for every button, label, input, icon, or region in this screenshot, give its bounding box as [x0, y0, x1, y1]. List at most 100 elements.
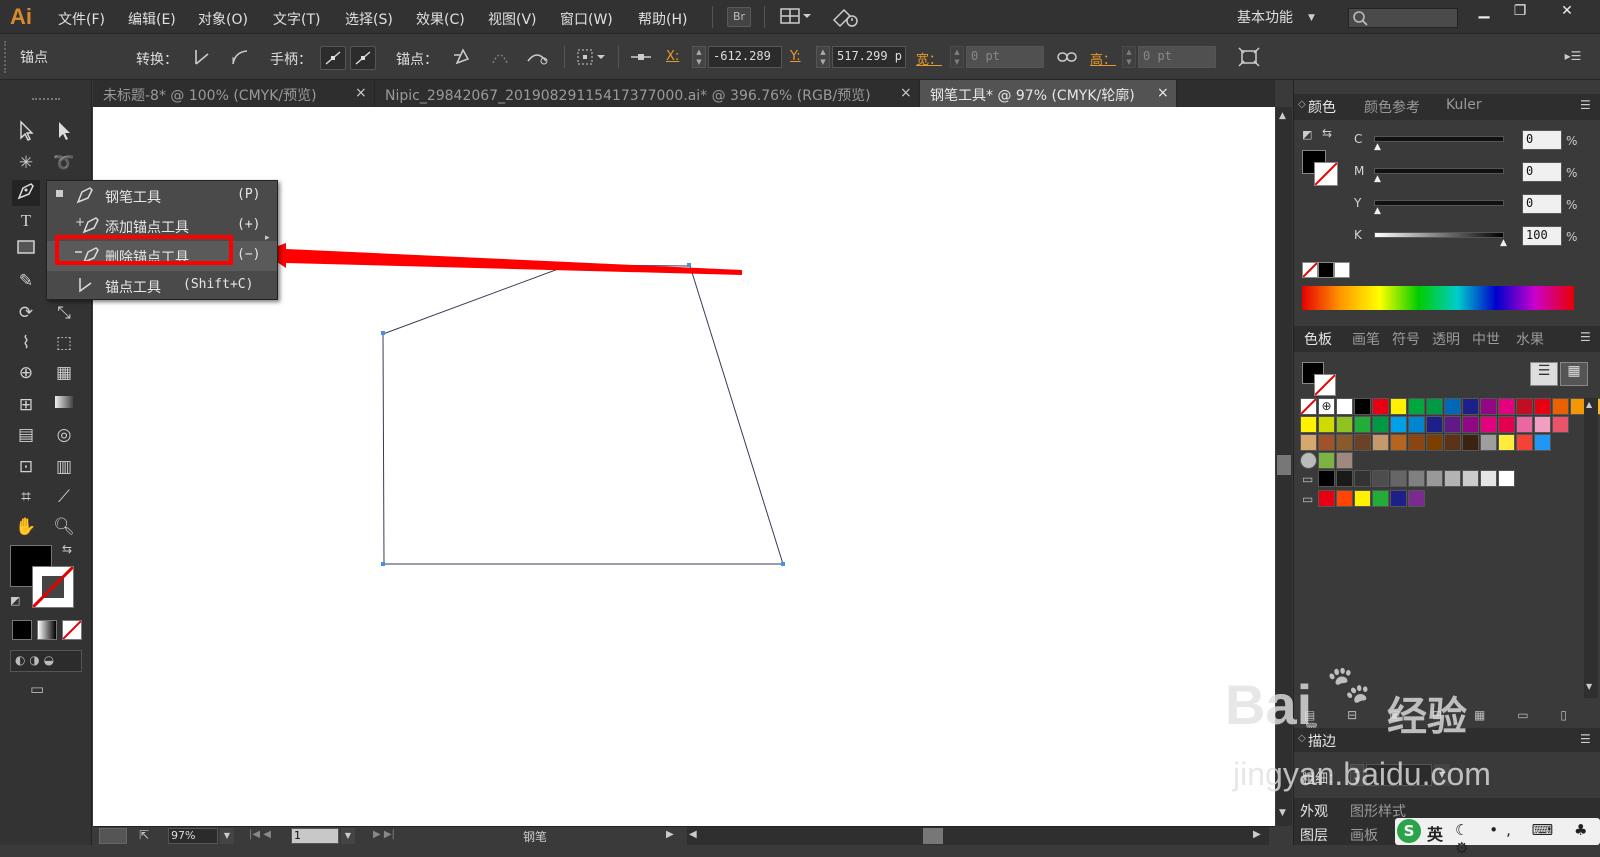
artboard-number-field[interactable]: 1: [291, 828, 339, 844]
height-stepper[interactable]: ▲ ▼: [1122, 46, 1136, 68]
convert-corner-icon[interactable]: [190, 47, 214, 69]
swatch[interactable]: [1390, 470, 1407, 487]
swatch[interactable]: [1336, 416, 1353, 433]
scroll-thumb[interactable]: [1277, 455, 1291, 475]
direct-selection-tool-icon[interactable]: [50, 120, 78, 146]
swatch[interactable]: [1462, 434, 1479, 451]
pattern-swatch[interactable]: [1300, 452, 1317, 469]
tab-transparency[interactable]: 透明: [1432, 329, 1460, 349]
swatch-stroke-indicator[interactable]: [1314, 374, 1336, 396]
tab-swatches[interactable]: 色板: [1304, 329, 1332, 349]
menu-select[interactable]: 选择(S): [345, 9, 393, 29]
collapse-icon[interactable]: ◇: [1298, 99, 1306, 110]
tab-brushes[interactable]: 画笔: [1352, 329, 1380, 349]
gradient-tool-icon[interactable]: [50, 392, 78, 418]
swatch[interactable]: [1300, 434, 1317, 451]
tab-color[interactable]: 颜色: [1308, 97, 1336, 117]
swatch[interactable]: [1534, 434, 1551, 451]
tab-document-2[interactable]: Nipic_29842067_20190829115417377000.ai* …: [375, 80, 920, 107]
selection-tool-icon[interactable]: [12, 120, 40, 146]
last-artboard-icon[interactable]: ▶ ▶|: [373, 829, 395, 840]
swatch[interactable]: [1354, 416, 1371, 433]
perspective-grid-tool-icon[interactable]: ▦: [50, 360, 78, 386]
panel-menu-icon[interactable]: ☰: [1580, 98, 1591, 112]
swatch[interactable]: [1426, 434, 1443, 451]
swatch[interactable]: [1534, 416, 1551, 433]
width-tool-icon[interactable]: ⌇: [12, 330, 40, 356]
artboard-nav-icon[interactable]: [99, 828, 127, 844]
cut-path-icon[interactable]: [524, 47, 550, 69]
scroll-right-icon[interactable]: ▶: [1253, 829, 1261, 840]
paintbrush-tool-icon[interactable]: ✎: [12, 268, 40, 294]
color-spectrum[interactable]: [1302, 286, 1574, 310]
swatch[interactable]: [1300, 416, 1317, 433]
tab-document-1[interactable]: 未标题-8* @ 100% (CMYK/预览): [93, 80, 375, 107]
black-swatch[interactable]: [1318, 262, 1334, 278]
tab-swatch-lib-2[interactable]: 水果: [1516, 329, 1544, 349]
swatch[interactable]: [1498, 434, 1515, 451]
swatch[interactable]: [1426, 398, 1443, 415]
remove-anchor-icon[interactable]: [450, 47, 474, 69]
swatch[interactable]: [1426, 470, 1443, 487]
swap-colors-icon[interactable]: ⇆: [62, 542, 72, 556]
swatch[interactable]: [1480, 398, 1497, 415]
mesh-tool-icon[interactable]: ⊞: [12, 392, 40, 418]
swatch[interactable]: [1372, 398, 1389, 415]
swatch[interactable]: [1390, 398, 1407, 415]
tearoff-icon[interactable]: ▸: [265, 233, 270, 243]
shape-builder-tool-icon[interactable]: ⊕: [12, 360, 40, 386]
swatch[interactable]: [1444, 434, 1461, 451]
list-view-icon[interactable]: ☰: [1530, 362, 1558, 386]
menu-edit[interactable]: 编辑(E): [128, 9, 176, 29]
zoom-field[interactable]: 97%: [168, 828, 218, 844]
connect-anchors-icon[interactable]: [488, 47, 512, 69]
hide-handles-icon[interactable]: [350, 46, 376, 70]
lasso-tool-icon[interactable]: ➰: [50, 150, 78, 176]
swatch[interactable]: [1516, 434, 1533, 451]
close-icon[interactable]: ×: [900, 85, 912, 101]
swatch[interactable]: [1516, 416, 1533, 433]
grid-view-icon[interactable]: ▦: [1560, 362, 1588, 386]
menu-object[interactable]: 对象(O): [198, 9, 248, 29]
scroll-thumb[interactable]: [923, 828, 943, 844]
drawing-modes-icon[interactable]: ◐ ◑ ◒: [10, 650, 82, 672]
swatch[interactable]: [1372, 490, 1389, 507]
swatch[interactable]: [1444, 398, 1461, 415]
status-menu-icon[interactable]: ▶: [666, 829, 674, 840]
slider-knob[interactable]: ▲: [1500, 238, 1507, 248]
swatch[interactable]: [1354, 470, 1371, 487]
channel-c-field[interactable]: 0: [1522, 130, 1562, 150]
none-swatch[interactable]: [1302, 262, 1318, 278]
pattern-swatch[interactable]: [1318, 452, 1335, 469]
swatch[interactable]: [1318, 490, 1335, 507]
first-artboard-icon[interactable]: |◀ ◀: [249, 829, 271, 840]
scroll-down-icon[interactable]: ▼: [1279, 808, 1286, 818]
panel-menu-icon[interactable]: ☰: [1580, 732, 1591, 746]
swatch[interactable]: [1336, 490, 1353, 507]
tab-stroke[interactable]: 描边: [1308, 731, 1336, 751]
flyout-item-pen[interactable]: 钢笔工具 (P): [47, 181, 277, 211]
transform-icon[interactable]: [1236, 47, 1262, 69]
swatch[interactable]: [1444, 416, 1461, 433]
measure-tool-icon[interactable]: ▤: [12, 422, 40, 448]
minimize-button[interactable]: ▁: [1467, 3, 1501, 25]
swatch[interactable]: [1462, 470, 1479, 487]
panel-menu-icon[interactable]: ▸☰: [1563, 49, 1583, 65]
zoom-tool-icon[interactable]: 🔍︎: [50, 514, 78, 540]
swatch[interactable]: [1444, 470, 1461, 487]
channel-y-slider[interactable]: [1374, 200, 1504, 206]
swatch[interactable]: [1408, 470, 1425, 487]
horizontal-scrollbar[interactable]: ◀ ▶: [687, 827, 1269, 845]
channel-c-slider[interactable]: [1374, 136, 1504, 142]
channel-m-field[interactable]: 0: [1522, 162, 1562, 182]
sogou-logo-icon[interactable]: S: [1397, 819, 1421, 843]
pattern-swatch[interactable]: [1336, 452, 1353, 469]
y-field[interactable]: 517.299 p: [832, 46, 906, 68]
swatch[interactable]: [1336, 470, 1353, 487]
close-icon[interactable]: ×: [1157, 85, 1169, 101]
swatch[interactable]: [1462, 398, 1479, 415]
swatch[interactable]: [1390, 490, 1407, 507]
color-mode-icon[interactable]: [12, 620, 32, 640]
close-icon[interactable]: ×: [355, 85, 367, 101]
panel-stroke-swatch[interactable]: [1314, 162, 1338, 186]
